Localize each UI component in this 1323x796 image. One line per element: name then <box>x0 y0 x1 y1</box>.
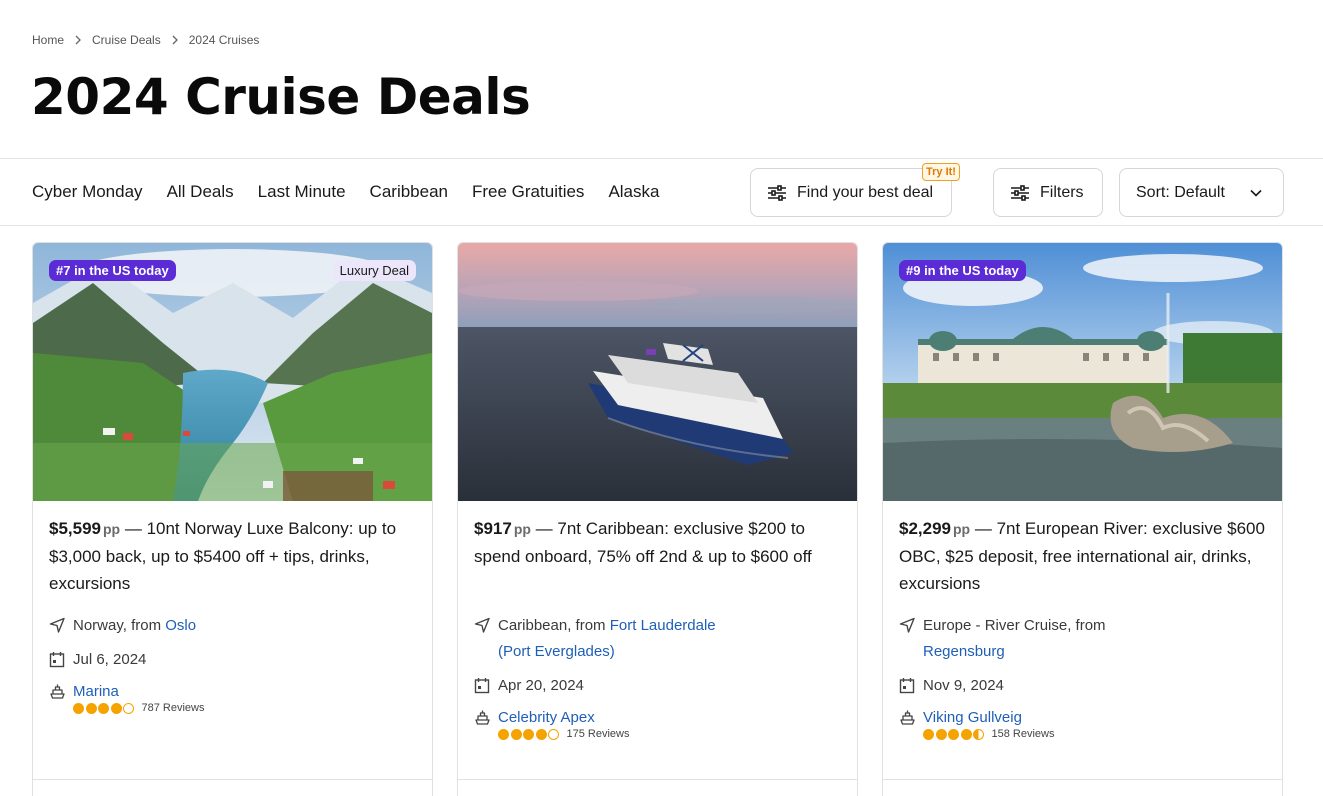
card-divider <box>883 779 1282 780</box>
review-count[interactable]: 158 Reviews <box>992 728 1055 740</box>
card-divider <box>458 779 857 780</box>
ship-block: Marina 787 Reviews <box>49 683 204 714</box>
price-unit: pp <box>953 521 971 537</box>
deal-image-palace-fountain[interactable] <box>883 243 1282 501</box>
ship-icon <box>474 709 498 726</box>
calendar-icon <box>49 647 73 668</box>
tab-all-deals[interactable]: All Deals <box>167 182 234 202</box>
deal-description[interactable]: $917 pp — 7nt Caribbean: exclusive $200 t… <box>474 515 844 570</box>
chevron-right-icon <box>74 35 82 45</box>
breadcrumb-cruise-deals[interactable]: Cruise Deals <box>92 33 161 47</box>
page-title: 2024 Cruise Deals <box>31 68 531 126</box>
find-best-deal-label: Find your best deal <box>797 183 934 201</box>
deal-body: $5,599 pp — 10nt Norway Luxe Balcony: up … <box>49 515 419 597</box>
filters-label: Filters <box>1040 183 1084 201</box>
ship-block: Viking Gullveig 158 Reviews <box>899 709 1054 740</box>
tab-free-gratuities[interactable]: Free Gratuities <box>472 182 584 202</box>
breadcrumb: Home Cruise Deals 2024 Cruises <box>32 33 259 47</box>
luxury-deal-badge: Luxury Deal <box>332 260 416 281</box>
tab-alaska[interactable]: Alaska <box>608 182 659 202</box>
filters-button[interactable]: Filters <box>993 168 1103 217</box>
sort-label: Sort: Default <box>1136 183 1225 201</box>
sliders-icon <box>767 184 787 201</box>
tab-caribbean[interactable]: Caribbean <box>370 182 448 202</box>
breadcrumb-home[interactable]: Home <box>32 33 64 47</box>
sail-date: Apr 20, 2024 <box>498 677 584 694</box>
deal-card[interactable]: #9 in the US today $2,299 pp — 7nt Europe… <box>882 242 1283 796</box>
destination-row: Norway, from Oslo <box>49 613 419 639</box>
tab-last-minute[interactable]: Last Minute <box>258 182 346 202</box>
sail-date: Jul 6, 2024 <box>73 651 147 668</box>
chevron-down-icon <box>1249 186 1263 200</box>
ship-name-link[interactable]: Celebrity Apex <box>498 709 595 726</box>
review-count[interactable]: 787 Reviews <box>142 702 205 714</box>
review-count[interactable]: 175 Reviews <box>567 728 630 740</box>
navigation-arrow-icon <box>474 613 498 634</box>
destination-row: Caribbean, from Fort Lauderdale (Port Ev… <box>474 613 844 665</box>
chevron-right-icon <box>171 35 179 45</box>
tab-cyber-monday[interactable]: Cyber Monday <box>32 182 143 202</box>
deal-image-norway-fjord[interactable] <box>33 243 432 501</box>
ship-block: Celebrity Apex 175 Reviews <box>474 709 629 740</box>
destination-text: Norway, from <box>73 617 162 634</box>
calendar-icon <box>474 673 498 694</box>
ship-name-link[interactable]: Viking Gullveig <box>923 709 1022 726</box>
destination-row: Europe - River Cruise, from Regensburg <box>899 613 1269 665</box>
rank-badge: #7 in the US today <box>49 260 176 281</box>
rating-dots: 787 Reviews <box>73 702 204 714</box>
departure-port-link[interactable]: Regensburg <box>923 643 1005 660</box>
navigation-arrow-icon <box>49 613 73 634</box>
deal-summary: 10nt Norway Luxe Balcony: up to $3,000 b… <box>49 519 397 593</box>
rating-dots: 175 Reviews <box>498 728 629 740</box>
destination-text: Caribbean, from <box>498 617 606 634</box>
deal-tabs: Cyber Monday All Deals Last Minute Carib… <box>32 159 683 225</box>
sort-dropdown[interactable]: Sort: Default <box>1119 168 1284 217</box>
deal-body: $2,299 pp — 7nt European River: exclusive… <box>899 515 1269 597</box>
card-divider <box>33 779 432 780</box>
calendar-icon <box>899 673 923 694</box>
departure-port-link[interactable]: Oslo <box>165 617 196 634</box>
rank-badge: #9 in the US today <box>899 260 1026 281</box>
date-row: Apr 20, 2024 <box>474 673 844 699</box>
navigation-arrow-icon <box>899 613 923 634</box>
deal-price: $2,299 <box>899 519 951 538</box>
price-unit: pp <box>103 521 121 537</box>
sail-date: Nov 9, 2024 <box>923 677 1004 694</box>
deal-price: $917 <box>474 519 512 538</box>
try-it-badge: Try It! <box>922 163 960 181</box>
deal-image-cruise-ship[interactable] <box>458 243 857 501</box>
rating-dots: 158 Reviews <box>923 728 1054 740</box>
destination-text: Europe - River Cruise, from <box>923 617 1106 634</box>
ship-icon <box>49 683 73 700</box>
date-row: Nov 9, 2024 <box>899 673 1269 699</box>
ship-name-link[interactable]: Marina <box>73 683 119 700</box>
deal-description[interactable]: $2,299 pp — 7nt European River: exclusive… <box>899 515 1269 597</box>
deal-description[interactable]: $5,599 pp — 10nt Norway Luxe Balcony: up … <box>49 515 419 597</box>
breadcrumb-current: 2024 Cruises <box>188 33 260 47</box>
deal-card[interactable]: #7 in the US today Luxury Deal $5,599 pp … <box>32 242 433 796</box>
deal-price: $5,599 <box>49 519 101 538</box>
date-row: Jul 6, 2024 <box>49 647 419 673</box>
ship-icon <box>899 709 923 726</box>
deal-card[interactable]: $917 pp — 7nt Caribbean: exclusive $200 t… <box>457 242 858 796</box>
filter-icon <box>1010 184 1030 201</box>
deal-tabbar: Cyber Monday All Deals Last Minute Carib… <box>0 158 1323 226</box>
price-unit: pp <box>513 521 531 537</box>
deal-body: $917 pp — 7nt Caribbean: exclusive $200 t… <box>474 515 844 570</box>
